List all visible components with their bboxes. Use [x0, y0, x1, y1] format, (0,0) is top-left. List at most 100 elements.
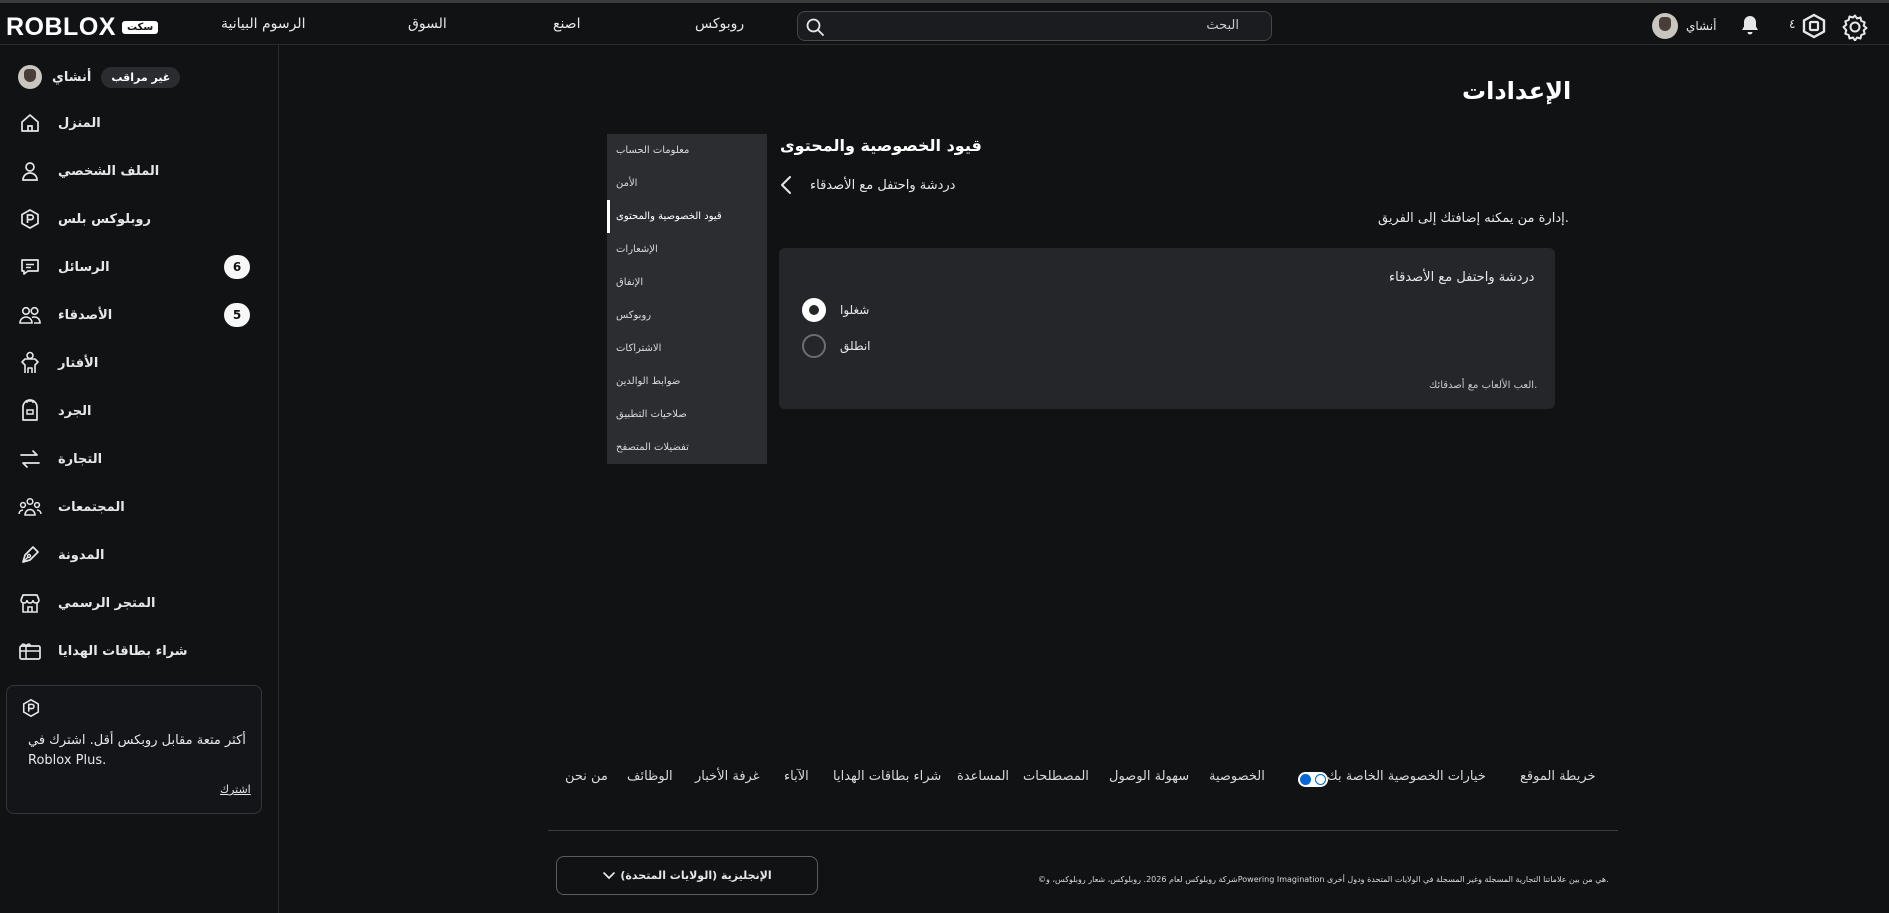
friends-icon — [18, 303, 42, 327]
sidebar-item-friends[interactable]: الأصدقاء 5 — [18, 299, 258, 331]
avatar[interactable] — [1652, 13, 1678, 39]
sidebar-item-label: المتجر الرسمي — [58, 595, 156, 611]
top-user-menu[interactable]: أنشاي — [1652, 13, 1716, 39]
footer-link-help[interactable]: المساعدة — [957, 769, 1009, 784]
subscribe-link[interactable]: اشترك — [220, 783, 251, 796]
settings-menu-notifications[interactable]: الإشعارات — [607, 233, 767, 266]
gift-card-icon — [18, 639, 42, 663]
blog-icon — [18, 543, 42, 567]
sidebar-item-label: الرسائل — [58, 259, 110, 275]
section-title: قيود الخصوصية والمحتوى — [780, 136, 982, 155]
sidebar-item-inventory[interactable]: الجرد — [18, 395, 258, 427]
settings-menu-account-info[interactable]: معلومات الحساب — [607, 134, 767, 167]
footer-link-about[interactable]: من نحن — [565, 769, 608, 784]
sidebar-item-home[interactable]: المنزل — [18, 107, 258, 139]
sidebar-item-label: التجارة — [58, 451, 103, 467]
settings-menu-subscriptions[interactable]: الاشتراكات — [607, 332, 767, 365]
sidebar-item-communities[interactable]: المجتمعات — [18, 491, 258, 523]
search-placeholder: البحث — [1206, 18, 1239, 33]
settings-menu-privacy[interactable]: قيود الخصوصية والمحتوى — [607, 200, 767, 233]
trade-icon — [18, 447, 42, 471]
settings-menu-spending[interactable]: الإنفاق — [607, 266, 767, 299]
footer-divider — [548, 830, 1618, 831]
profile-icon — [18, 159, 42, 183]
logo-text: ROBLOX — [6, 13, 116, 41]
footer-link-parents[interactable]: الآباء — [784, 769, 809, 784]
radio-off-label: انطلق — [840, 339, 871, 353]
chat-party-setting-card: دردشة واحتفل مع الأصدقاء شغلوا انطلق الع… — [779, 248, 1555, 409]
home-icon — [18, 111, 42, 135]
setting-note: العب الألعاب مع أصدقائك. — [1429, 380, 1538, 391]
radio-on[interactable] — [802, 298, 826, 322]
search-icon[interactable] — [805, 17, 825, 37]
gear-icon[interactable] — [1841, 13, 1869, 41]
settings-menu-browser-preferences[interactable]: تفضيلات المتصفح — [607, 431, 767, 464]
top-bar: ROBLOX سكت الرسوم البيانية السوق اصنع رو… — [0, 0, 1889, 45]
sidebar-item-gift-cards[interactable]: شراء بطاقات الهدايا — [18, 635, 258, 667]
footer-links: خريطة الموقع خيارات الخصوصية الخاصة بك ا… — [565, 769, 1596, 789]
sidebar-item-label: المجتمعات — [58, 499, 125, 515]
robux-icon[interactable] — [1801, 13, 1827, 39]
sidebar-item-label: الملف الشخصي — [58, 163, 160, 179]
sidebar-user[interactable]: أنشاي غير مراقب — [18, 65, 181, 89]
sidebar-item-label: الجرد — [58, 403, 92, 419]
nav-robux[interactable]: روبوكس — [695, 16, 744, 32]
communities-icon — [18, 495, 42, 519]
promo-text: أكثر متعة مقابل روبكس أقل. اشترك في Robl… — [28, 733, 246, 768]
store-icon — [18, 591, 42, 615]
search-input[interactable]: البحث — [797, 11, 1272, 41]
footer-link-sitemap[interactable]: خريطة الموقع — [1520, 769, 1596, 784]
language-select[interactable]: الإنجليزية (الولايات المتحدة) — [556, 856, 818, 895]
settings-menu-security[interactable]: الأمن — [607, 167, 767, 200]
footer-link-newsroom[interactable]: غرفة الأخبار — [695, 769, 760, 784]
sidebar: أنشاي غير مراقب المنزل الملف الشخصي روبل… — [0, 45, 279, 913]
settings-menu-parental-controls[interactable]: ضوابط الوالدين — [607, 365, 767, 398]
footer-link-terms[interactable]: المصطلحات — [1023, 769, 1089, 784]
privacy-choices-toggle-icon[interactable] — [1298, 772, 1328, 787]
nav-charts[interactable]: الرسوم البيانية — [221, 16, 305, 32]
settings-menu-app-permissions[interactable]: صلاحيات التطبيق — [607, 398, 767, 431]
footer-link-privacy[interactable]: الخصوصية — [1209, 769, 1265, 784]
language-value: الإنجليزية (الولايات المتحدة) — [620, 869, 772, 882]
messages-icon — [18, 255, 42, 279]
chevron-down-icon — [602, 871, 616, 881]
footer-link-gift-cards[interactable]: شراء بطاقات الهدايا — [833, 769, 941, 784]
roblox-plus-icon — [21, 698, 41, 718]
sidebar-item-messages[interactable]: الرسائل 6 — [18, 251, 258, 283]
setting-title: دردشة واحتفل مع الأصدقاء — [1389, 270, 1535, 285]
nav-marketplace[interactable]: السوق — [408, 16, 447, 32]
breadcrumb-label: دردشة واحتفل مع الأصدقاء — [810, 177, 956, 193]
robux-count: ٤ — [1789, 17, 1796, 31]
sidebar-item-label: المدونة — [58, 547, 105, 563]
unverified-badge: غير مراقب — [101, 66, 181, 88]
sidebar-item-label: الأصدقاء — [58, 307, 113, 323]
logo-badge: سكت — [121, 21, 159, 34]
avatar[interactable] — [18, 65, 42, 89]
radio-off[interactable] — [802, 334, 826, 358]
chevron-left-icon[interactable] — [780, 175, 792, 195]
breadcrumb[interactable]: دردشة واحتفل مع الأصدقاء — [780, 175, 955, 195]
sidebar-item-label: شراء بطاقات الهدايا — [58, 643, 188, 659]
sidebar-item-roblox-plus[interactable]: روبلوكس بلس — [18, 203, 258, 235]
radio-on-label: شغلوا — [840, 303, 870, 317]
section-description: إدارة من يمكنه إضافتك إلى الفريق. — [1378, 211, 1569, 226]
sidebar-item-trade[interactable]: التجارة — [18, 443, 258, 475]
sidebar-item-blog[interactable]: المدونة — [18, 539, 258, 571]
page-title: الإعدادات — [1462, 77, 1572, 105]
footer-link-accessibility[interactable]: سهولة الوصول — [1109, 769, 1189, 784]
sidebar-item-avatar[interactable]: الأفتار — [18, 347, 258, 379]
sidebar-item-profile[interactable]: الملف الشخصي — [18, 155, 258, 187]
radio-option-off[interactable]: انطلق — [802, 334, 871, 358]
roblox-logo[interactable]: ROBLOX سكت — [6, 13, 159, 42]
copyright-text: ©شركة روبلوكس لعام 2026. روبلوكس، شعار ر… — [1038, 875, 1609, 884]
bell-icon[interactable] — [1738, 13, 1762, 37]
footer-link-careers[interactable]: الوظائف — [627, 769, 673, 784]
nav-create[interactable]: اصنع — [553, 16, 580, 32]
friends-count-badge: 5 — [224, 303, 250, 327]
settings-menu-robux[interactable]: روبوكس — [607, 299, 767, 332]
radio-option-on[interactable]: شغلوا — [802, 298, 869, 322]
footer-link-privacy-choices[interactable]: خيارات الخصوصية الخاصة بك — [1327, 769, 1486, 784]
sidebar-username[interactable]: أنشاي — [52, 70, 91, 85]
sidebar-item-official-store[interactable]: المتجر الرسمي — [18, 587, 258, 619]
inventory-icon — [18, 399, 42, 423]
